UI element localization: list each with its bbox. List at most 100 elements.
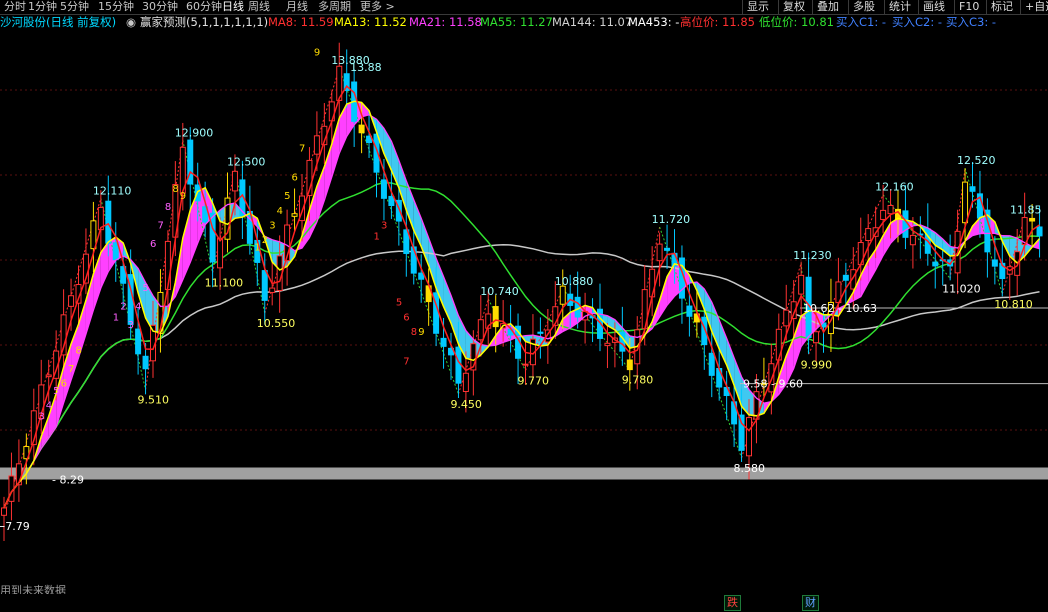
candle-body [135, 328, 142, 355]
count-label: 6 [61, 379, 67, 390]
period-tab-8[interactable]: 月线 [286, 0, 308, 14]
count-label: 1 [113, 312, 119, 323]
candle-body [813, 331, 820, 344]
count-label: 1 [374, 232, 380, 243]
ma55-value: MA55: 11.27 [480, 15, 553, 29]
candle-body [842, 274, 849, 281]
tool-button-2[interactable]: 叠加 [812, 0, 839, 14]
candle-body [440, 337, 447, 347]
candle-body [686, 305, 693, 317]
count-label: 9 [180, 191, 186, 202]
count-label: 8 [76, 346, 82, 357]
pivot-label: 9.450 [450, 398, 482, 411]
candle-body [746, 417, 752, 457]
pivot-label: ←7.79 [0, 520, 30, 533]
tool-button-6[interactable]: F10 [954, 0, 979, 14]
stock-title: 沙河股份(日线 前复权) [0, 15, 117, 29]
tool-button-4[interactable]: 统计 [884, 0, 911, 14]
pivot-label: 11.100 [205, 277, 244, 290]
buy-c1-value: 买入C1: - [836, 15, 887, 29]
count-label: 1 [254, 243, 260, 254]
period-tab-4[interactable]: 30分钟 [142, 0, 178, 14]
ma144-value: MA144: 11.07 [552, 15, 633, 29]
period-tab-3[interactable]: 15分钟 [98, 0, 134, 14]
count-label: 5 [284, 191, 290, 202]
tool-button-5[interactable]: 画线 [918, 0, 945, 14]
period-tab-10[interactable]: 更多 > [360, 0, 395, 14]
candle-body [68, 295, 75, 307]
count-label: 8 [411, 327, 417, 338]
pivot-label: 10.550 [257, 317, 296, 330]
pivot-label: 12.110 [93, 184, 132, 197]
kline-chart[interactable]: 13.88013.8812.90012.50012.11011.10010.55… [0, 30, 1048, 594]
buy-c3-value: 买入C3: - [946, 15, 997, 29]
candle-body [522, 363, 529, 366]
pivot-label: 13.88 [350, 61, 382, 74]
tool-button-8[interactable]: +自选 [1020, 0, 1048, 14]
tool-button-7[interactable]: 标记 [986, 0, 1013, 14]
period-tab-1[interactable]: 1分钟 [28, 0, 57, 14]
candle-body [783, 309, 790, 327]
ribbon-segment [428, 238, 437, 289]
range-label: - 8.29 [52, 473, 84, 486]
candle-body [1029, 217, 1036, 222]
candle-body [880, 209, 887, 220]
indicator-name[interactable]: 赢家预测(5,1,1,1,1,1,1) [140, 15, 268, 30]
ma13-value: MA13: 11.52 [334, 15, 407, 29]
ribbon-segment [331, 118, 340, 177]
event-flag-0[interactable]: 跌 [724, 595, 741, 611]
ribbon-segment [324, 144, 332, 201]
period-tab-5[interactable]: 60分钟 [186, 0, 222, 14]
pivot-label: 10.880 [555, 275, 594, 288]
count-label: 3 [269, 221, 275, 232]
ma21-value: MA21: 11.58 [409, 15, 482, 29]
ribbon-segment [860, 260, 869, 297]
count-label: 6 [292, 173, 298, 184]
period-tab-9[interactable]: 多周期 [318, 0, 351, 14]
pivot-label: 8.580 [734, 462, 766, 475]
pivot-label: 9.770 [518, 374, 550, 387]
pivot-label: 12.500 [227, 156, 266, 169]
event-flag-strip: 跌财 [0, 594, 1048, 612]
candle-body [261, 270, 268, 301]
ribbon-segment [875, 235, 884, 271]
tool-button-0[interactable]: 显示 [742, 0, 769, 14]
event-flag-1[interactable]: 财 [802, 595, 819, 611]
period-tab-7[interactable]: 周线 [248, 0, 270, 14]
candle-body [626, 359, 633, 371]
ribbon-segment [421, 218, 429, 266]
candle-body [142, 355, 149, 370]
tool-button-3[interactable]: 多股 [848, 0, 875, 14]
range-label: 9.58 - 9.60 [743, 378, 803, 391]
ma453-value: MA453: - [628, 15, 680, 29]
count-label: 8 [172, 184, 178, 195]
pivot-label: 11.85 [1010, 204, 1042, 217]
count-label: 3 [381, 221, 387, 232]
period-tab-2[interactable]: 5分钟 [60, 0, 89, 14]
candle-body [909, 234, 916, 246]
pivot-label: 10.740 [480, 285, 519, 298]
count-label: 7 [68, 364, 74, 375]
indicator-dropdown-icon[interactable]: ◉ [126, 15, 136, 30]
pivot-label: 12.520 [957, 154, 996, 167]
candle-body [991, 259, 998, 267]
count-label: 5 [396, 298, 402, 309]
candle-body [269, 287, 276, 293]
count-label: 7 [157, 221, 163, 232]
candle-body [492, 306, 499, 328]
period-tab-0[interactable]: 分时 [4, 0, 26, 14]
period-tab-6[interactable]: 日线 [222, 0, 244, 14]
count-label: 3 [128, 320, 134, 331]
candle-body [358, 124, 365, 134]
candle-body [291, 213, 298, 217]
period-toolbar: 分时 1分钟 5分钟 15分钟 30分钟 60分钟 日线 周线 月线 多周期 更多 > 显示 复权 叠加多… [0, 0, 1048, 15]
range-label: 10.62 - 10.63 [803, 302, 877, 315]
candle-body [462, 372, 469, 392]
pivot-label: 11.230 [793, 249, 832, 262]
candle-body [90, 220, 97, 250]
candle-body [798, 274, 805, 295]
tool-button-1[interactable]: 复权 [778, 0, 805, 14]
count-label: 8 [165, 202, 171, 213]
pivot-label: 12.900 [175, 126, 214, 139]
low-price-value: 低位价: 10.81 [759, 15, 834, 29]
